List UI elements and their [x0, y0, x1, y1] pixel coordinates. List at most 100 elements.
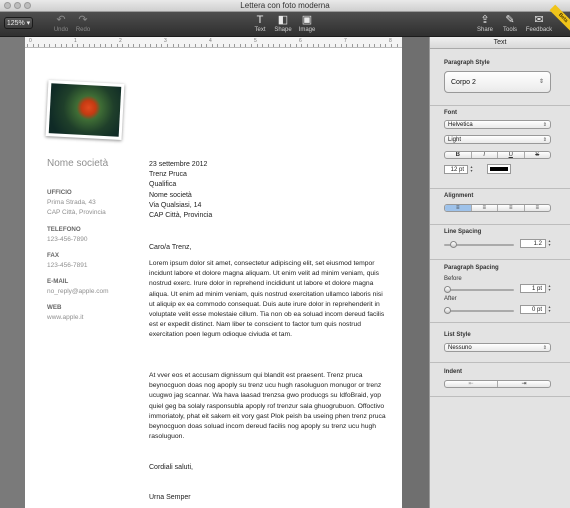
ruler-tick: [307, 44, 308, 47]
ruler-tick: [189, 44, 191, 47]
ruler-tick: [111, 44, 112, 47]
minimize-window-button[interactable]: [14, 2, 21, 9]
ruler-tick: [239, 44, 241, 47]
shape-button[interactable]: ◧ Shape: [270, 14, 296, 33]
ruler-tick: [385, 44, 387, 47]
ruler-tick: [99, 44, 101, 47]
signature[interactable]: Urna Semper: [149, 493, 191, 503]
fax-value: 123-456-7891: [47, 262, 88, 269]
underline-button[interactable]: U: [498, 152, 525, 158]
strikethrough-button[interactable]: S: [525, 152, 551, 158]
increase-indent-icon[interactable]: ⇥: [498, 381, 550, 387]
ruler-tick: [228, 44, 230, 47]
close-window-button[interactable]: [4, 2, 11, 9]
list-style-select[interactable]: Nessuno ⇕: [444, 343, 551, 352]
phone-value: 123-456-7890: [47, 236, 88, 243]
inspector-header: Text: [430, 37, 570, 49]
text-label: Text: [254, 27, 266, 33]
font-section: Font Helvetica ⇕ Light ⇕ B I U S 12 pt ▴…: [430, 106, 570, 189]
feedback-button[interactable]: ✉ Feedback: [524, 14, 554, 33]
recipient-address[interactable]: 23 settembre 2012 Trenz Pruca Qualifica …: [149, 160, 212, 221]
indent-buttons: ⇤ ⇥: [444, 380, 551, 388]
before-spacing-slider[interactable]: [444, 286, 514, 293]
redo-button[interactable]: ↷ Redo: [70, 14, 96, 33]
font-size-stepper[interactable]: ▴ ▾: [469, 165, 474, 174]
justify-icon[interactable]: ≡: [525, 205, 551, 211]
italic-button[interactable]: I: [472, 152, 498, 158]
after-spacing-field[interactable]: 0 pt: [520, 305, 546, 314]
ruler-tick: [60, 44, 62, 47]
share-button[interactable]: ⇪ Share: [472, 14, 498, 33]
before-spacing-field[interactable]: 1 pt: [520, 284, 546, 293]
ruler-tick: [223, 44, 224, 47]
up-down-arrows-icon: ⇕: [542, 122, 547, 128]
web-block[interactable]: WEB www.apple.it: [47, 303, 84, 323]
title-bar: Lettera con foto moderna: [0, 0, 570, 12]
after-label: After: [444, 296, 457, 302]
text-color-well[interactable]: [487, 164, 511, 174]
after-spacing-slider[interactable]: [444, 307, 514, 314]
ruler-number: 0: [29, 38, 32, 44]
zoom-window-button[interactable]: [24, 2, 31, 9]
slider-knob[interactable]: [444, 286, 451, 293]
after-spacing-stepper[interactable]: ▴ ▾: [547, 305, 552, 314]
right-align-icon[interactable]: ≡: [498, 205, 525, 211]
phone-label: TELEFONO: [47, 226, 81, 233]
greeting[interactable]: Caro/a Trenz,: [149, 243, 191, 253]
tools-button[interactable]: ✎ Tools: [497, 14, 523, 33]
slider-knob[interactable]: [450, 241, 457, 248]
line-spacing-slider[interactable]: [444, 241, 514, 248]
ruler-tick: [122, 44, 124, 47]
image-label: Image: [298, 27, 316, 33]
font-family-select[interactable]: Helvetica ⇕: [444, 120, 551, 129]
zoom-select[interactable]: 125% ▾: [4, 17, 33, 29]
decrease-indent-icon[interactable]: ⇤: [445, 381, 498, 387]
ruler-tick: [150, 44, 152, 47]
before-spacing-stepper[interactable]: ▴ ▾: [547, 284, 552, 293]
ruler-tick: [183, 44, 185, 47]
ruler-tick: [318, 44, 320, 47]
font-size-field[interactable]: 12 pt: [444, 165, 468, 174]
left-align-icon[interactable]: ≡: [445, 205, 472, 211]
closing[interactable]: Cordiali saluti,: [149, 463, 193, 473]
ruler-tick: [396, 44, 398, 47]
slider-knob[interactable]: [444, 307, 451, 314]
fax-label: FAX: [47, 252, 60, 259]
line-spacing-section: Line Spacing 1.2 ▴ ▾: [430, 225, 570, 260]
document-page[interactable]: Nome società UFFICIO Prima Strada, 43 CA…: [25, 48, 402, 508]
company-name[interactable]: Nome società: [47, 158, 108, 169]
paragraph-style-select[interactable]: Corpo 2 ⇕: [444, 71, 551, 93]
ruler-tick: [66, 44, 68, 47]
ruler-tick: [312, 44, 314, 47]
fax-block[interactable]: FAX 123-456-7891: [47, 251, 87, 271]
ruler-tick: [167, 44, 168, 47]
ruler-tick: [200, 44, 202, 47]
ruler-tick: [195, 44, 196, 47]
office-label: UFFICIO: [47, 189, 72, 196]
image-button[interactable]: ▣ Image: [294, 14, 320, 33]
ruler-tick: [234, 44, 236, 47]
flower-photo[interactable]: [45, 80, 125, 140]
horizontal-ruler[interactable]: 012345678: [25, 37, 402, 48]
ruler-tick: [267, 44, 269, 47]
line-spacing-label: Line Spacing: [444, 229, 482, 235]
ruler-tick: [88, 44, 90, 47]
address-line: Trenz Pruca: [149, 171, 187, 179]
ruler-tick: [38, 44, 40, 47]
body-paragraph-1[interactable]: Lorem ipsum dolor sit amet, consectetur …: [149, 259, 387, 341]
line-spacing-field[interactable]: 1.2: [520, 239, 546, 248]
bold-button[interactable]: B: [445, 152, 472, 158]
body-paragraph-2[interactable]: At vver eos et accusam dignissum qui bla…: [149, 371, 387, 442]
font-weight-select[interactable]: Light ⇕: [444, 135, 551, 144]
wrench-icon: ✎: [505, 14, 515, 26]
office-block[interactable]: UFFICIO Prima Strada, 43 CAP Città, Prov…: [47, 188, 106, 218]
share-label: Share: [476, 27, 493, 33]
center-align-icon[interactable]: ≡: [472, 205, 498, 211]
email-block[interactable]: E-MAIL no_reply@apple.com: [47, 277, 109, 297]
ruler-tick: [49, 44, 51, 47]
phone-block[interactable]: TELEFONO 123-456-7890: [47, 225, 87, 245]
ruler-tick: [83, 44, 84, 47]
ruler-tick: [217, 44, 219, 47]
ruler-tick: [178, 44, 180, 47]
line-spacing-stepper[interactable]: ▴ ▾: [547, 239, 552, 248]
